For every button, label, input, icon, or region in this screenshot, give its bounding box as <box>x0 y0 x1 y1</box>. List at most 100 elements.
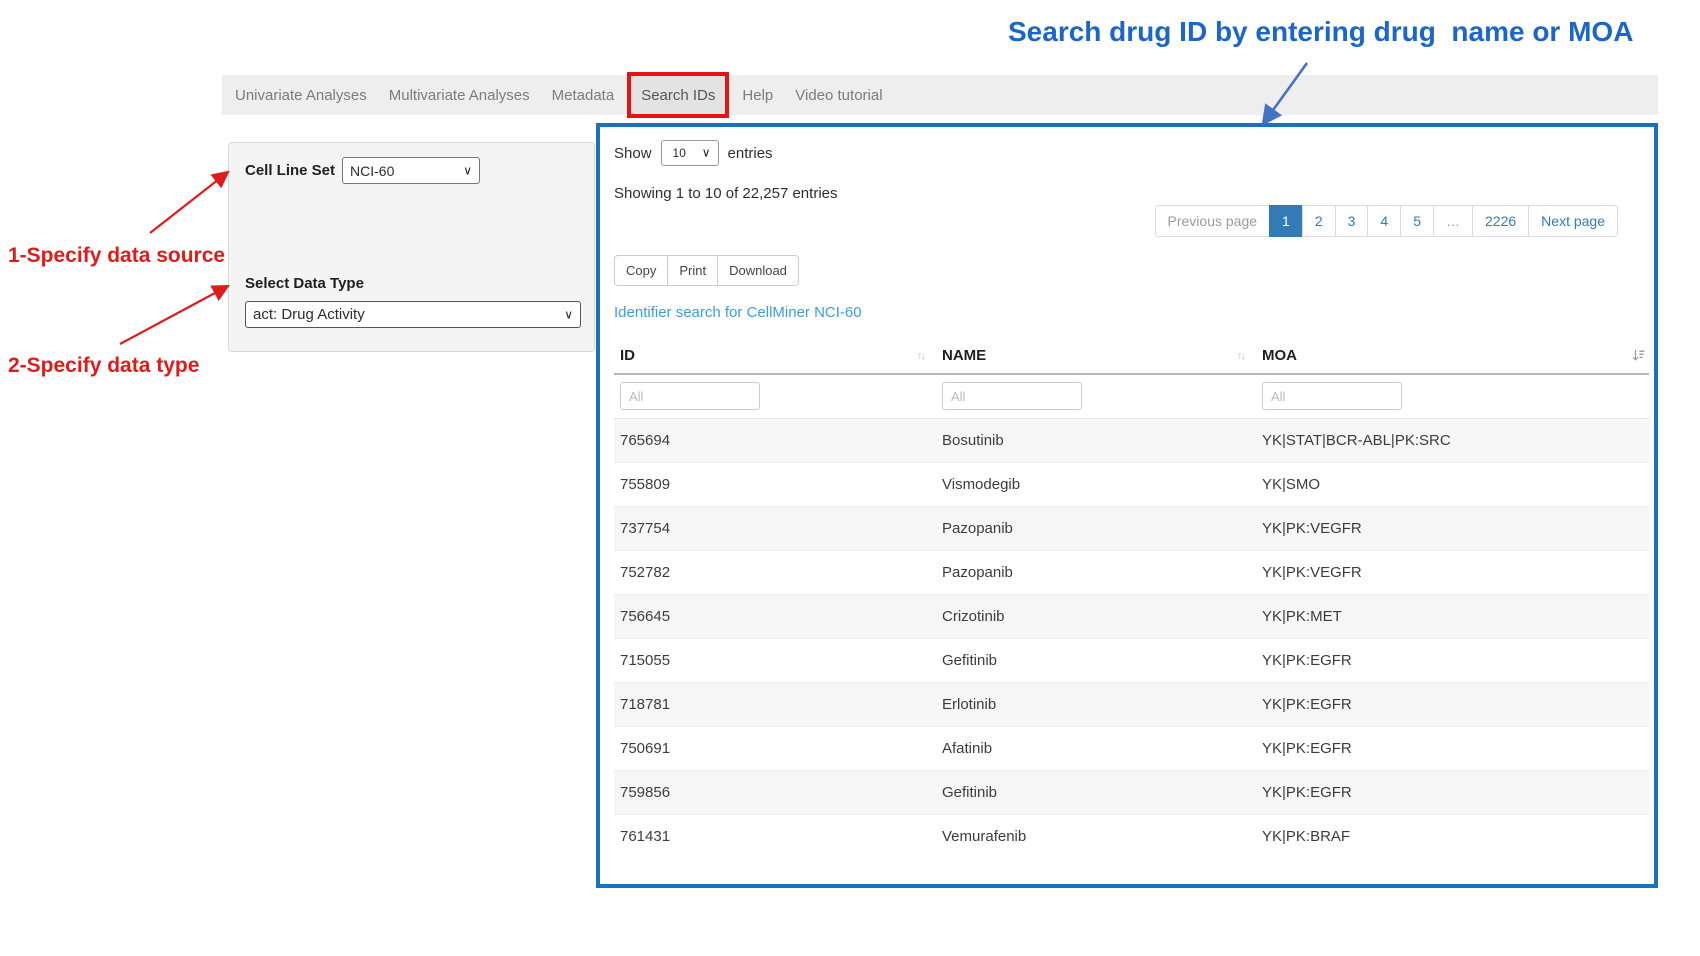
pagination-page-3[interactable]: 3 <box>1335 205 1369 237</box>
cell-id: 737754 <box>614 506 936 550</box>
pagination-previous-button[interactable]: Previous page <box>1155 205 1271 237</box>
table-row[interactable]: 759856GefitinibYK|PK:EGFR <box>614 770 1649 814</box>
red-arrow-1 <box>150 172 228 233</box>
showing-entries-text: Showing 1 to 10 of 22,257 entries <box>614 185 838 202</box>
table-row[interactable]: 715055GefitinibYK|PK:EGFR <box>614 638 1649 682</box>
table-row[interactable]: 756645CrizotinibYK|PK:MET <box>614 594 1649 638</box>
pagination-next-button[interactable]: Next page <box>1528 205 1618 237</box>
column-header-moa[interactable]: MOA <box>1256 337 1649 374</box>
cell-name: Erlotinib <box>936 682 1256 726</box>
copy-button[interactable]: Copy <box>614 255 668 286</box>
entries-select-wrap: 10 <box>661 140 719 166</box>
column-label-moa: MOA <box>1262 347 1297 364</box>
table-row[interactable]: 750691AfatinibYK|PK:EGFR <box>614 726 1649 770</box>
show-entries-control: Show 10 entries <box>614 140 773 166</box>
filter-input-id[interactable] <box>620 382 760 410</box>
cell-name: Vismodegib <box>936 462 1256 506</box>
annotation-step1: 1-Specify data source <box>8 244 225 268</box>
cell-line-set-select[interactable]: NCI-60 <box>342 157 480 184</box>
cell-line-set-select-wrap: NCI-60 <box>342 157 480 184</box>
nav-tab-metadata[interactable]: Metadata <box>541 75 626 115</box>
cell-moa: YK|PK:VEGFR <box>1256 550 1649 594</box>
sort-both-icon: ↑↓ <box>1237 350 1244 362</box>
table-body: 765694BosutinibYK|STAT|BCR-ABL|PK:SRC755… <box>614 418 1649 858</box>
identifier-search-link[interactable]: Identifier search for CellMiner NCI-60 <box>614 304 862 321</box>
cell-id: 752782 <box>614 550 936 594</box>
download-button[interactable]: Download <box>717 255 799 286</box>
cell-name: Crizotinib <box>936 594 1256 638</box>
pagination-page-4[interactable]: 4 <box>1367 205 1401 237</box>
column-label-name: NAME <box>942 347 986 364</box>
search-ids-panel: Show 10 entries Showing 1 to 10 of 22,25… <box>596 123 1658 888</box>
cell-id: 715055 <box>614 638 936 682</box>
red-arrow-2 <box>120 286 228 344</box>
cell-id: 761431 <box>614 814 936 858</box>
cell-id: 750691 <box>614 726 936 770</box>
pagination-page-2[interactable]: 2 <box>1302 205 1336 237</box>
table-row[interactable]: 752782PazopanibYK|PK:VEGFR <box>614 550 1649 594</box>
pagination-page-5[interactable]: 5 <box>1400 205 1434 237</box>
cell-moa: YK|PK:EGFR <box>1256 770 1649 814</box>
column-label-id: ID <box>620 347 635 364</box>
annotation-search-note: Search drug ID by entering drug name or … <box>1008 16 1633 48</box>
cell-name: Gefitinib <box>936 770 1256 814</box>
annotation-step2: 2-Specify data type <box>8 354 199 378</box>
cell-name: Bosutinib <box>936 418 1256 462</box>
cell-moa: YK|PK:BRAF <box>1256 814 1649 858</box>
cell-moa: YK|PK:EGFR <box>1256 682 1649 726</box>
table-row[interactable]: 755809VismodegibYK|SMO <box>614 462 1649 506</box>
entries-per-page-select[interactable]: 10 <box>661 140 719 166</box>
pagination-page-1[interactable]: 1 <box>1269 205 1303 237</box>
table-row[interactable]: 718781ErlotinibYK|PK:EGFR <box>614 682 1649 726</box>
entries-suffix: entries <box>728 145 773 162</box>
pagination-page-2226[interactable]: 2226 <box>1472 205 1529 237</box>
cell-name: Pazopanib <box>936 506 1256 550</box>
cell-moa: YK|PK:EGFR <box>1256 638 1649 682</box>
sort-amount-icon <box>1632 349 1645 362</box>
cell-id: 755809 <box>614 462 936 506</box>
data-type-select[interactable]: act: Drug Activity <box>245 301 581 328</box>
cell-line-set-field: Cell Line Set NCI-60 <box>245 157 480 184</box>
nav-tab-search-ids[interactable]: Search IDs <box>627 72 729 118</box>
table-filter-row <box>614 374 1649 418</box>
data-type-label: Select Data Type <box>245 275 364 292</box>
filter-cell-id <box>614 374 936 418</box>
column-header-id[interactable]: ID ↑↓ <box>614 337 936 374</box>
column-header-name[interactable]: NAME ↑↓ <box>936 337 1256 374</box>
nav-tab-video-tutorial[interactable]: Video tutorial <box>784 75 893 115</box>
export-button-group: CopyPrintDownload <box>614 255 799 286</box>
cell-moa: YK|SMO <box>1256 462 1649 506</box>
cell-id: 756645 <box>614 594 936 638</box>
page: Search drug ID by entering drug name or … <box>0 0 1700 956</box>
filter-input-name[interactable] <box>942 382 1082 410</box>
cell-id: 718781 <box>614 682 936 726</box>
cell-moa: YK|PK:MET <box>1256 594 1649 638</box>
table-row[interactable]: 765694BosutinibYK|STAT|BCR-ABL|PK:SRC <box>614 418 1649 462</box>
results-table: ID ↑↓ NAME ↑↓ MOA 765694BosutinibYK|STAT|BCR… <box>614 337 1649 858</box>
nav-tab-help[interactable]: Help <box>731 75 784 115</box>
filter-cell-name <box>936 374 1256 418</box>
cell-name: Vemurafenib <box>936 814 1256 858</box>
cell-name: Pazopanib <box>936 550 1256 594</box>
table-row[interactable]: 761431VemurafenibYK|PK:BRAF <box>614 814 1649 858</box>
nav-tab-univariate-analyses[interactable]: Univariate Analyses <box>224 75 378 115</box>
cell-moa: YK|STAT|BCR-ABL|PK:SRC <box>1256 418 1649 462</box>
pagination-ellipsis: … <box>1433 205 1473 237</box>
filter-input-moa[interactable] <box>1262 382 1402 410</box>
print-button[interactable]: Print <box>667 255 718 286</box>
navbar: Univariate AnalysesMultivariate Analyses… <box>222 75 1658 115</box>
cell-moa: YK|PK:EGFR <box>1256 726 1649 770</box>
table-row[interactable]: 737754PazopanibYK|PK:VEGFR <box>614 506 1649 550</box>
options-panel: Cell Line Set NCI-60 Select Data Type ac… <box>228 142 595 352</box>
cell-id: 765694 <box>614 418 936 462</box>
cell-moa: YK|PK:VEGFR <box>1256 506 1649 550</box>
cell-id: 759856 <box>614 770 936 814</box>
cell-name: Afatinib <box>936 726 1256 770</box>
cell-name: Gefitinib <box>936 638 1256 682</box>
pagination: Previous page12345…2226Next page <box>1155 205 1618 237</box>
table-header-row: ID ↑↓ NAME ↑↓ MOA <box>614 337 1649 374</box>
filter-cell-moa <box>1256 374 1649 418</box>
nav-tab-multivariate-analyses[interactable]: Multivariate Analyses <box>378 75 541 115</box>
sort-both-icon: ↑↓ <box>917 350 924 362</box>
show-label: Show <box>614 145 652 162</box>
